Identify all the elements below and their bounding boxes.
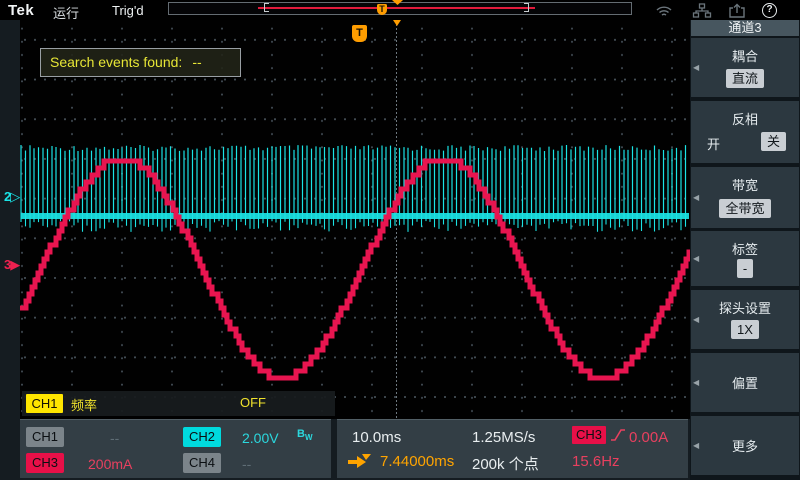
trigger-t-icon: T — [377, 4, 387, 15]
ch4-badge[interactable]: CH4 — [183, 453, 221, 473]
bandwidth-limit-icon: BW — [297, 428, 313, 442]
record-waveform-line — [258, 7, 535, 9]
share-file-icon[interactable] — [728, 3, 747, 18]
zoom-bracket-right-icon — [524, 3, 529, 12]
tek-logo: Tek — [8, 2, 34, 19]
network-icon[interactable] — [692, 3, 712, 18]
record-view-bar[interactable] — [168, 2, 632, 15]
ch4-scale-value: -- — [242, 456, 251, 472]
menu-section-coupling[interactable]: ◀ 耦合 直流 — [691, 38, 799, 97]
zoom-bracket-left-icon — [264, 3, 269, 12]
search-results-label: Search events found: — [50, 54, 182, 70]
trigger-level-value: 0.00A — [629, 429, 668, 446]
ch2-badge[interactable]: CH2 — [183, 427, 221, 447]
rising-edge-icon — [609, 426, 627, 444]
help-icon[interactable]: ? — [762, 3, 777, 18]
menu-section-bandwidth[interactable]: ◀ 带宽 全带宽 — [691, 167, 799, 228]
ch3-badge[interactable]: CH3 — [26, 453, 64, 473]
channel3-reference-marker[interactable]: 3▶ — [4, 257, 19, 273]
waveform-graticule[interactable] — [20, 20, 690, 419]
side-menu-channel3: 通道3 ◀ 耦合 直流 反相 开 关 ◀ 带宽 全带宽 ◀ 标签 - ◀ 探头设… — [690, 18, 800, 480]
probe-setup-label: 探头设置 — [691, 298, 799, 317]
wifi-icon[interactable] — [655, 3, 673, 17]
bandwidth-value-button[interactable]: 全带宽 — [719, 199, 770, 218]
invert-off-option[interactable]: 关 — [761, 132, 786, 151]
ch1-badge[interactable]: CH1 — [26, 427, 64, 447]
measurement-value: OFF — [240, 395, 266, 410]
label-value-button[interactable]: - — [737, 259, 753, 278]
horizontal-position-value: 7.44000ms — [380, 453, 454, 470]
sample-rate: 1.25MS/s — [472, 429, 535, 446]
coupling-value-button[interactable]: 直流 — [726, 69, 764, 88]
invert-label: 反相 — [691, 109, 799, 128]
menu-section-offset[interactable]: ◀ 偏置 — [691, 353, 799, 412]
more-label: 更多 — [691, 416, 799, 475]
menu-section-probe-setup[interactable]: ◀ 探头设置 1X — [691, 290, 799, 349]
search-results-value: -- — [192, 54, 201, 70]
ch3-scale-value: 200mA — [88, 456, 132, 472]
acquisition-status: 运行 — [53, 3, 79, 22]
horizontal-trigger-panel[interactable]: 10.0ms 1.25MS/s CH3 0.00A 7.44000ms 200k… — [337, 419, 688, 478]
channel3-marker-arrow-icon: ▶ — [10, 257, 19, 272]
graticule-center-line — [396, 20, 397, 419]
ch2-scale-value: 2.00V — [242, 430, 279, 446]
ch1-scale-value: -- — [110, 430, 119, 446]
offset-label: 偏置 — [691, 353, 799, 412]
horizontal-scale: 10.0ms — [352, 429, 401, 446]
oscilloscope-screen: { "top_bar": { "logo": "Tek", "acq_statu… — [0, 0, 800, 480]
menu-section-more[interactable]: ◀ 更多 — [691, 416, 799, 475]
channel-readout-panel: CH1 -- CH2 2.00V BW CH3 200mA CH4 -- — [20, 419, 331, 478]
probe-value-button[interactable]: 1X — [731, 320, 759, 339]
horizontal-position-arrow-icon — [347, 453, 373, 469]
bandwidth-label: 带宽 — [691, 175, 799, 194]
measurement-source-badge: CH1 — [26, 394, 63, 413]
trigger-status: Trig'd — [112, 3, 144, 18]
trigger-source-badge[interactable]: CH3 — [572, 426, 606, 444]
channel2-marker-arrow-icon: ▷ — [10, 189, 19, 204]
invert-on-option[interactable]: 开 — [707, 134, 720, 153]
menu-section-label[interactable]: ◀ 标签 - — [691, 231, 799, 286]
top-status-bar: Tek 运行 Trig'd T ? — [0, 0, 800, 20]
label-label: 标签 — [691, 239, 799, 258]
menu-section-invert[interactable]: 反相 开 关 — [691, 101, 799, 163]
channel2-reference-marker[interactable]: 2▷ — [4, 189, 19, 205]
side-menu-title: 通道3 — [691, 20, 799, 36]
trigger-frequency: 15.6Hz — [572, 453, 620, 470]
measurement-readout-bar[interactable]: CH1 频率 OFF — [22, 391, 335, 416]
trigger-indicator-badge[interactable]: T — [352, 25, 367, 42]
search-results-bar[interactable]: Search events found: -- — [40, 48, 241, 77]
record-length: 200k 个点 — [472, 453, 539, 474]
coupling-label: 耦合 — [691, 46, 799, 65]
measurement-type-label: 频率 — [71, 395, 97, 414]
